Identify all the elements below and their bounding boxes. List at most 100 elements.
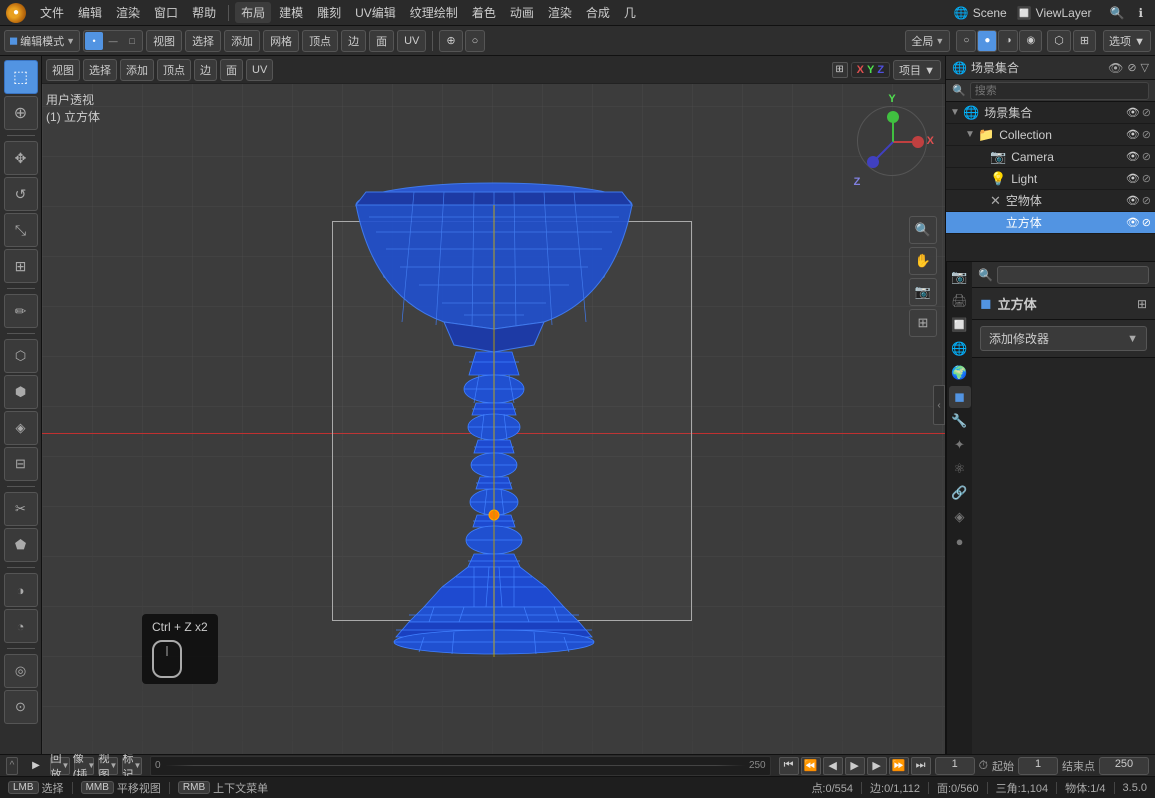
- axis-gizmo[interactable]: X Y Z: [857, 106, 937, 186]
- data-props-btn[interactable]: ◈: [949, 506, 971, 528]
- sidebar-toggle[interactable]: ‹: [933, 385, 945, 425]
- pan-btn[interactable]: ✋: [909, 247, 937, 275]
- cursor-tool[interactable]: ⊕: [4, 96, 38, 130]
- items-btn[interactable]: 项目 ▼: [893, 60, 941, 80]
- menu-texture-paint[interactable]: 纹理绘制: [404, 2, 464, 23]
- menu-composite[interactable]: 合成: [580, 2, 616, 23]
- proportional-icon[interactable]: ○: [465, 30, 486, 52]
- menu-render[interactable]: 渲染: [110, 2, 146, 23]
- scene-visibility-icon[interactable]: 👁: [1108, 61, 1123, 75]
- items-dropdown[interactable]: 选项 ▼: [1103, 30, 1151, 52]
- render-btn[interactable]: ◉: [1019, 30, 1042, 52]
- camera-restrict[interactable]: ⊘: [1142, 150, 1151, 163]
- transform-tool[interactable]: ⊞: [4, 249, 38, 283]
- loopcut-tool[interactable]: ⊟: [4, 447, 38, 481]
- view-menu[interactable]: 视图: [146, 30, 182, 52]
- add-menu[interactable]: 添加: [224, 30, 260, 52]
- material-props-btn[interactable]: ●: [949, 530, 971, 552]
- polybuild-tool[interactable]: ⬟: [4, 528, 38, 562]
- constraints-props-btn[interactable]: 🔗: [949, 482, 971, 504]
- timeline-track[interactable]: 0 250: [150, 756, 771, 776]
- cube-eye[interactable]: 👁: [1126, 216, 1140, 229]
- smooth-tool[interactable]: ◔: [4, 609, 38, 643]
- modifier-props-btn[interactable]: 🔧: [949, 410, 971, 432]
- annotate-tool[interactable]: ✏: [4, 294, 38, 328]
- light-eye[interactable]: 👁: [1126, 172, 1140, 185]
- vp-view-menu[interactable]: 视图: [46, 59, 80, 81]
- vp-face-menu[interactable]: 面: [220, 59, 243, 81]
- vertex-menu[interactable]: 顶点: [302, 30, 338, 52]
- ol-item-camera[interactable]: ▶ 📷 Camera 👁 ⊘: [946, 146, 1155, 168]
- shrink-tool[interactable]: ◎: [4, 654, 38, 688]
- menu-animation[interactable]: 动画: [504, 2, 540, 23]
- edge-select-btn[interactable]: —: [104, 32, 122, 50]
- scale-tool[interactable]: ⤡: [4, 213, 38, 247]
- vp-select-menu[interactable]: 选择: [83, 59, 117, 81]
- menu-geometry[interactable]: 几: [618, 2, 642, 23]
- solid-btn[interactable]: ●: [977, 30, 997, 52]
- jump-start-btn[interactable]: ⏮: [779, 757, 799, 775]
- menu-sculpt[interactable]: 雕刻: [311, 2, 347, 23]
- ol-item-collection[interactable]: ▼ 📁 Collection 👁 ⊘: [946, 124, 1155, 146]
- light-restrict[interactable]: ⊘: [1142, 172, 1151, 185]
- coord-display[interactable]: X Y Z: [851, 62, 890, 78]
- current-frame[interactable]: 1: [935, 757, 975, 775]
- scene-filter-icon[interactable]: ▽: [1141, 61, 1149, 74]
- snap-icon[interactable]: ⊕: [439, 30, 462, 52]
- collection-restrict[interactable]: ⊘: [1142, 128, 1151, 141]
- shapekeys-tool[interactable]: ◑: [4, 573, 38, 607]
- outliner-search[interactable]: [970, 82, 1149, 100]
- add-modifier-btn[interactable]: 添加修改器 ▼: [980, 326, 1147, 351]
- uv-menu[interactable]: UV: [397, 30, 426, 52]
- edge-menu[interactable]: 边: [341, 30, 366, 52]
- material-btn[interactable]: ◑: [998, 30, 1018, 52]
- extrude-tool[interactable]: ⬡: [4, 339, 38, 373]
- cube-restrict[interactable]: ⊘: [1142, 216, 1151, 229]
- jump-end-btn[interactable]: ⏭: [911, 757, 931, 775]
- axes-grid-icon[interactable]: ⊞: [832, 62, 848, 78]
- select-box-tool[interactable]: ⬚: [4, 60, 38, 94]
- face-select-btn[interactable]: □: [123, 32, 141, 50]
- scene-eye-icon[interactable]: 👁: [1126, 106, 1140, 119]
- camera-btn[interactable]: 📷: [909, 278, 937, 306]
- vp-uv-menu[interactable]: UV: [246, 59, 273, 81]
- menu-help[interactable]: 帮助: [186, 2, 222, 23]
- output-props-btn[interactable]: 🖨: [949, 290, 971, 312]
- zoom-in-btn[interactable]: 🔍: [909, 216, 937, 244]
- vertex-select-btn[interactable]: •: [85, 32, 103, 50]
- play-btn[interactable]: ▶: [845, 757, 865, 775]
- ol-item-light[interactable]: ▶ 💡 Light 👁 ⊘: [946, 168, 1155, 190]
- prev-frame-btn[interactable]: ⏪: [801, 757, 821, 775]
- ol-item-scene[interactable]: ▼ 🌐 场景集合 👁 ⊘: [946, 102, 1155, 124]
- scene-props-btn[interactable]: 🌐: [949, 338, 971, 360]
- search-button[interactable]: 🔍: [1103, 4, 1130, 22]
- menu-shade[interactable]: 着色: [466, 2, 502, 23]
- keying-menu[interactable]: 抠像(插帧) ▼: [74, 757, 94, 775]
- knife-tool[interactable]: ✂: [4, 492, 38, 526]
- ol-item-empty[interactable]: ▶ ✕ 空物体 👁 ⊘: [946, 190, 1155, 212]
- inset-tool[interactable]: ⬢: [4, 375, 38, 409]
- empty-restrict[interactable]: ⊘: [1142, 194, 1151, 207]
- face-menu[interactable]: 面: [369, 30, 394, 52]
- next-keyframe-btn[interactable]: ▶: [867, 757, 887, 775]
- timeline-play-indicator[interactable]: ▶: [26, 756, 46, 776]
- overlay-icon[interactable]: ⬡: [1047, 30, 1071, 52]
- scene-restrict-icon[interactable]: ⊘: [1127, 61, 1136, 74]
- menu-window[interactable]: 窗口: [148, 2, 184, 23]
- mesh-menu[interactable]: 网格: [263, 30, 299, 52]
- props-search[interactable]: [997, 266, 1149, 284]
- ol-item-cube[interactable]: ▶ ◼ 立方体 👁 ⊘: [946, 212, 1155, 234]
- marker-menu[interactable]: 标记 ▼: [122, 757, 142, 775]
- prev-keyframe-btn[interactable]: ◀: [823, 757, 843, 775]
- rotate-tool[interactable]: ↺: [4, 177, 38, 211]
- wireframe-btn[interactable]: ○: [956, 30, 976, 52]
- grid-view-btn[interactable]: ⊞: [909, 309, 937, 337]
- xray-btn[interactable]: ⊞: [1073, 30, 1096, 52]
- expand-props-icon[interactable]: ⊞: [1137, 297, 1147, 311]
- vp-mesh-menu[interactable]: 顶点: [157, 59, 191, 81]
- viewlayer-props-btn[interactable]: 🔲: [949, 314, 971, 336]
- select-menu[interactable]: 选择: [185, 30, 221, 52]
- menu-layout[interactable]: 布局: [235, 2, 271, 23]
- bevel-tool[interactable]: ◈: [4, 411, 38, 445]
- viewport[interactable]: 视图 选择 添加 顶点 边 面 UV ⊞ X Y Z 项目 ▼: [42, 56, 945, 754]
